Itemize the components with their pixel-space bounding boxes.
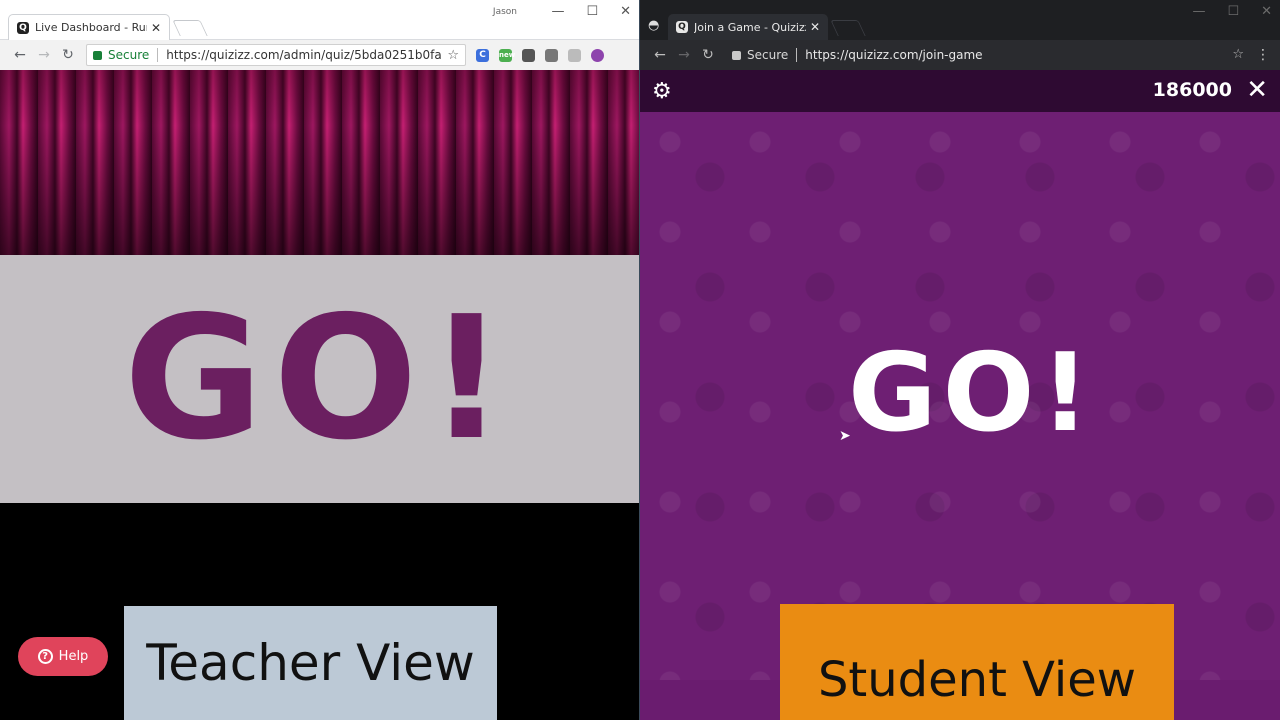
extension-circle-icon[interactable] <box>591 48 604 62</box>
address-bar: ← → ↻ Secure https://quizizz.com/admin/q… <box>0 40 639 103</box>
curtain-background <box>0 70 639 255</box>
lock-icon <box>732 50 741 60</box>
tab-join-game[interactable]: Q Join a Game - Quizizz ✕ <box>668 14 828 40</box>
address-bar: ← → ↻ Secure https://quizizz.com/join-ga… <box>640 40 1280 70</box>
go-banner: GO! <box>0 255 639 503</box>
bookmark-star-icon[interactable]: ☆ <box>447 48 459 63</box>
question-icon: ? <box>37 649 53 664</box>
close-window-icon[interactable]: ✕ <box>620 4 631 19</box>
minimize-icon[interactable]: — <box>551 4 564 19</box>
tab-live-dashboard[interactable]: Q Live Dashboard - Runnin ✕ <box>8 14 170 40</box>
url-field[interactable]: Secure https://quizizz.com/admin/quiz/5b… <box>86 44 466 66</box>
bookmark-star-icon[interactable]: ☆ <box>1232 47 1244 62</box>
minimize-icon[interactable]: — <box>1192 4 1205 19</box>
incognito-icon: ◓ <box>648 18 660 33</box>
tab-close-icon[interactable]: ✕ <box>151 21 161 35</box>
window-controls: — ☐ ✕ <box>1192 4 1272 19</box>
reload-icon[interactable]: ↻ <box>696 47 720 63</box>
extension-download-icon[interactable] <box>568 48 581 62</box>
url-text: https://quizizz.com/admin/quiz/5bda0251b… <box>166 48 442 62</box>
extension-speaker-icon[interactable] <box>545 48 558 62</box>
divider <box>796 48 798 62</box>
secure-label: Secure <box>108 48 150 62</box>
secure-label: Secure <box>747 48 789 62</box>
forward-icon[interactable]: → <box>32 47 56 63</box>
browser-menu-icon[interactable]: ⋮ <box>1256 47 1270 63</box>
window-controls: — ☐ ✕ <box>551 4 631 19</box>
close-window-icon[interactable]: ✕ <box>1261 4 1272 19</box>
teacher-browser-window: Q Live Dashboard - Runnin ✕ Jason — ☐ ✕ … <box>0 0 640 720</box>
extension-c-icon[interactable]: C <box>476 48 489 62</box>
quizizz-favicon-icon: Q <box>676 21 688 33</box>
new-tab-button[interactable] <box>172 20 208 36</box>
tab-label: Join a Game - Quizizz <box>694 20 806 34</box>
extension-bar: C new <box>476 48 604 62</box>
help-button[interactable]: ? Help <box>18 637 108 676</box>
go-text: GO! <box>848 331 1096 456</box>
back-icon[interactable]: ← <box>648 47 672 63</box>
go-text: GO! <box>123 280 516 478</box>
url-text: https://quizizz.com/join-game <box>805 48 983 62</box>
student-view-caption: Student View <box>780 604 1174 720</box>
maximize-icon[interactable]: ☐ <box>1227 4 1239 19</box>
score-display: 186000 <box>1152 79 1232 101</box>
divider <box>157 48 159 62</box>
extension-new-icon[interactable]: new <box>499 48 515 62</box>
game-header: ⚙ 186000 ✕ <box>640 70 1280 112</box>
mouse-cursor-icon: ➤ <box>839 428 851 444</box>
tab-close-icon[interactable]: ✕ <box>810 20 820 34</box>
help-label: Help <box>58 649 89 664</box>
title-bar: Q Live Dashboard - Runnin ✕ Jason — ☐ ✕ <box>0 0 639 40</box>
tab-label: Live Dashboard - Runnin <box>35 21 147 34</box>
student-browser-window: ◓ Q Join a Game - Quizizz ✕ — ☐ ✕ ← → ↻ … <box>640 0 1280 720</box>
forward-icon[interactable]: → <box>672 47 696 63</box>
teacher-view-caption: Teacher View <box>124 606 497 720</box>
quizizz-favicon-icon: Q <box>17 21 29 34</box>
reload-icon[interactable]: ↻ <box>56 47 80 63</box>
maximize-icon[interactable]: ☐ <box>586 4 598 19</box>
new-tab-button[interactable] <box>830 20 866 36</box>
title-bar: ◓ Q Join a Game - Quizizz ✕ — ☐ ✕ <box>640 0 1280 40</box>
profile-name[interactable]: Jason <box>493 7 517 17</box>
extension-shield-icon[interactable] <box>522 48 535 62</box>
lock-icon <box>93 50 102 60</box>
close-icon[interactable]: ✕ <box>1246 75 1268 105</box>
gear-icon[interactable]: ⚙ <box>652 79 672 104</box>
url-field[interactable]: Secure https://quizizz.com/join-game <box>726 44 1266 66</box>
back-icon[interactable]: ← <box>8 47 32 63</box>
